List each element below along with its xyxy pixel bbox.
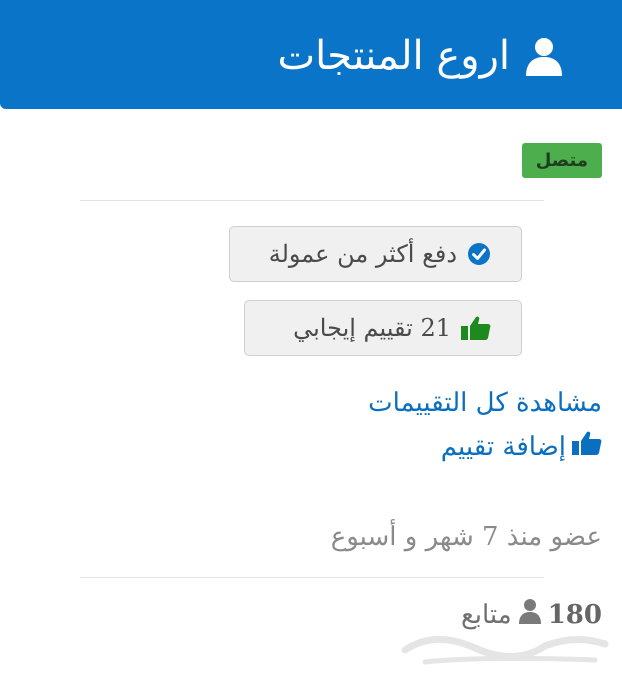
header-content: اروع المنتجات — [277, 26, 564, 86]
add-review-label: إضافة تقييم — [440, 431, 566, 462]
member-since: عضو منذ 7 شهر و أسبوع — [330, 522, 602, 552]
view-all-reviews-label: مشاهدة كل التقييمات — [368, 388, 602, 418]
commission-label: دفع أكثر من عمولة — [268, 240, 457, 268]
thumbs-up-icon — [461, 315, 491, 341]
divider — [80, 200, 544, 201]
positive-reviews-label: 21 تقييم إيجابي — [293, 314, 451, 342]
status-badge: متصل — [521, 143, 602, 178]
check-circle-icon — [467, 242, 491, 266]
add-review-link[interactable]: إضافة تقييم — [441, 430, 602, 463]
divider — [80, 577, 544, 578]
view-all-reviews-link[interactable]: مشاهدة كل التقييمات — [368, 388, 602, 418]
commission-badge: دفع أكثر من عمولة — [229, 226, 522, 282]
positive-reviews-badge: 21 تقييم إيجابي — [244, 300, 522, 356]
profile-header: اروع المنتجات — [0, 0, 622, 109]
thumbs-up-icon — [572, 430, 602, 463]
page-title: اروع المنتجات — [277, 33, 510, 79]
user-icon — [524, 36, 564, 76]
watermark-logo — [395, 620, 615, 670]
